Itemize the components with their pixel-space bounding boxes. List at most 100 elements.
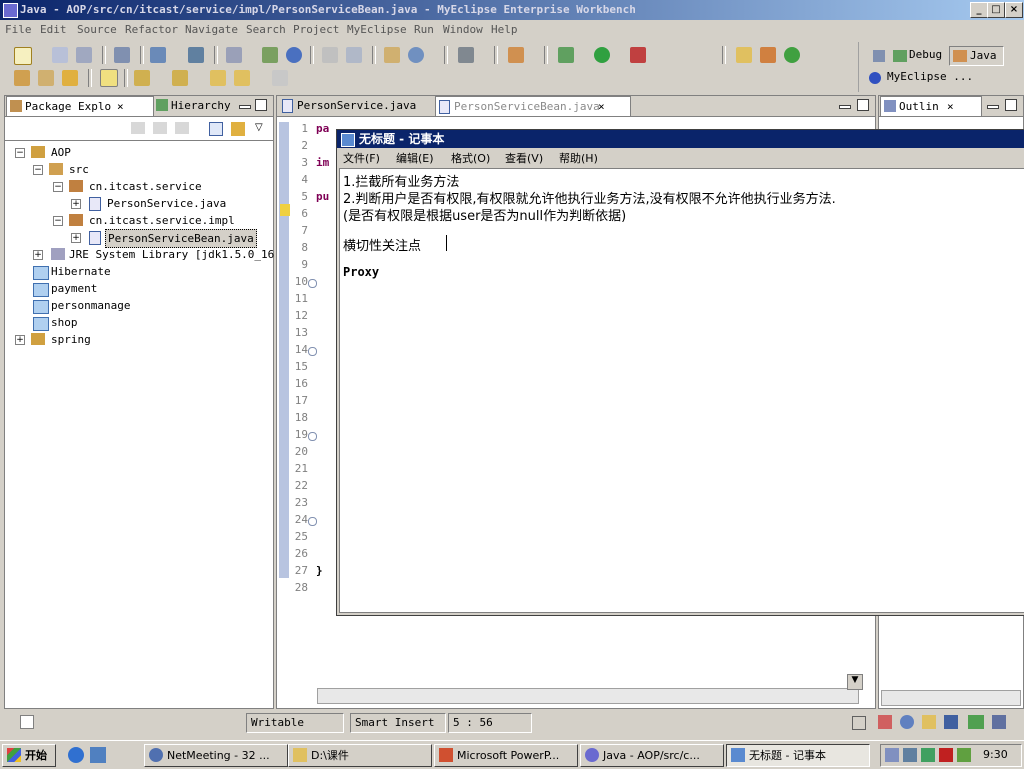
close-button[interactable]: × [1005, 2, 1023, 18]
menu-file[interactable]: File [5, 23, 32, 36]
open-resource-icon[interactable] [262, 47, 278, 63]
fold-icon[interactable] [308, 279, 317, 288]
taskbar-button-powerpoint[interactable]: Microsoft PowerP... [434, 744, 578, 767]
new-icon[interactable] [14, 47, 32, 65]
ie-icon[interactable] [68, 747, 84, 763]
menu-run[interactable]: Run [414, 23, 434, 36]
forward-icon[interactable] [153, 122, 167, 134]
new-project-icon[interactable] [384, 47, 400, 63]
menu-refactor[interactable]: Refactor [125, 23, 178, 36]
notepad-menu-format[interactable]: 格式(O) [451, 150, 490, 166]
forward-icon[interactable] [272, 70, 288, 86]
maximize-view-icon[interactable] [857, 99, 869, 111]
taskbar-button-notepad[interactable]: 无标题 - 记事本 [726, 744, 870, 767]
menu-myeclipse[interactable]: MyEclipse [347, 23, 407, 36]
mark-occurrences-icon[interactable] [100, 69, 118, 87]
tree-item-src[interactable]: − src [13, 161, 263, 178]
servers-icon[interactable] [992, 715, 1006, 729]
maximize-view-icon[interactable] [1005, 99, 1017, 111]
open-folder-icon[interactable] [14, 70, 30, 86]
next-annotation-icon[interactable] [134, 70, 150, 86]
tree-expander[interactable]: + [33, 250, 43, 260]
tab-person-service[interactable]: PersonService.java [279, 96, 447, 115]
fold-icon[interactable] [308, 517, 317, 526]
notepad-menu-help[interactable]: 帮助(H) [559, 150, 598, 166]
tab-package-explorer[interactable]: Package Explo × [6, 96, 154, 116]
tree-expander[interactable]: + [71, 233, 81, 243]
close-tab-icon[interactable]: × [947, 97, 954, 116]
menu-help[interactable]: Help [491, 23, 518, 36]
menu-edit[interactable]: Edit [40, 23, 67, 36]
browser-icon[interactable] [286, 47, 302, 63]
notepad-menu-file[interactable]: 文件(F) [343, 150, 380, 166]
tree-item-file-selected[interactable]: + PersonServiceBean.java [13, 229, 263, 248]
open-type-icon[interactable] [226, 47, 242, 63]
new-web-icon[interactable] [408, 47, 424, 63]
new-class-icon[interactable] [508, 47, 524, 63]
tree-item-package[interactable]: − cn.itcast.service.impl [13, 212, 263, 229]
minimize-view-icon[interactable] [987, 105, 999, 109]
notepad-text-area[interactable]: 1.拦截所有业务方法 2.判断用户是否有权限,有权限就允许他执行业务方法,没有权… [339, 168, 1024, 613]
taskbar-button-netmeeting[interactable]: NetMeeting - 32 ... [144, 744, 288, 767]
deploy-icon[interactable] [150, 47, 166, 63]
new-class-wizard-icon[interactable] [784, 47, 800, 63]
fold-icon[interactable] [308, 347, 317, 356]
tree-item-project[interactable]: + spring [13, 331, 263, 348]
declaration-icon[interactable] [922, 715, 936, 729]
warning-marker-icon[interactable] [280, 204, 290, 216]
prev-annotation-icon[interactable] [172, 70, 188, 86]
tray-icon[interactable] [903, 748, 917, 762]
tree-item-library[interactable]: + JRE System Library [jdk1.5.0_16] [13, 246, 281, 263]
editor-horizontal-scrollbar[interactable] [317, 688, 859, 704]
show-desktop-icon[interactable] [90, 747, 106, 763]
maximize-view-icon[interactable] [255, 99, 267, 111]
maximize-button[interactable]: □ [987, 2, 1005, 18]
link-with-editor-icon[interactable] [231, 122, 245, 136]
tree-item-package[interactable]: − cn.itcast.service [13, 178, 263, 195]
problems-icon[interactable] [878, 715, 892, 729]
external-tools-icon[interactable] [630, 47, 646, 63]
tray-icon[interactable] [957, 748, 971, 762]
javadoc-icon[interactable] [900, 715, 914, 729]
save-icon[interactable] [52, 47, 68, 63]
tree-expander[interactable]: + [71, 199, 81, 209]
tree-item-aop[interactable]: − AOP [13, 144, 263, 161]
tree-item-project[interactable]: personmanage [13, 297, 263, 314]
view-menu-icon[interactable]: ▽ [255, 122, 263, 133]
menu-window[interactable]: Window [443, 23, 483, 36]
notepad-title-bar[interactable]: 无标题 - 记事本 [337, 130, 1024, 148]
tray-icon[interactable] [921, 748, 935, 762]
toolbar-action-icon[interactable] [346, 47, 362, 63]
menu-search[interactable]: Search [246, 23, 286, 36]
close-tab-icon[interactable]: × [598, 97, 605, 116]
tray-network-icon[interactable] [885, 748, 899, 762]
run-icon[interactable] [594, 47, 610, 63]
collapse-all-icon[interactable] [209, 122, 223, 136]
back-icon[interactable] [131, 122, 145, 134]
run-server-icon[interactable] [188, 47, 204, 63]
tree-item-file[interactable]: + PersonService.java [13, 195, 263, 212]
camera-icon[interactable] [458, 47, 474, 63]
new-package-icon[interactable] [760, 47, 776, 63]
menu-project[interactable]: Project [293, 23, 339, 36]
tree-expander[interactable]: + [15, 335, 25, 345]
start-button[interactable]: 开始 [2, 744, 56, 767]
tree-item-project[interactable]: shop [13, 314, 263, 331]
tree-item-project[interactable]: Hibernate [13, 263, 263, 280]
tray-antivirus-icon[interactable] [939, 748, 953, 762]
toolbar-action-icon[interactable] [38, 70, 54, 86]
tree-expander[interactable]: − [15, 148, 25, 158]
tree-item-project[interactable]: payment [13, 280, 263, 297]
new-java-project-icon[interactable] [736, 47, 752, 63]
taskbar-button-explorer[interactable]: D:\课件 [288, 744, 432, 767]
taskbar-button-eclipse[interactable]: Java - AOP/src/c... [580, 744, 724, 767]
server-icon[interactable] [114, 47, 130, 63]
menu-source[interactable]: Source [77, 23, 117, 36]
debug-icon[interactable] [558, 47, 574, 63]
toolbar-action-icon[interactable] [322, 47, 338, 63]
perspective-myeclipse[interactable]: MyEclipse ... [867, 68, 973, 86]
toolbar-action-icon[interactable] [62, 70, 78, 86]
print-icon[interactable] [76, 47, 92, 63]
fold-icon[interactable] [308, 432, 317, 441]
tree-expander[interactable]: − [53, 216, 63, 226]
